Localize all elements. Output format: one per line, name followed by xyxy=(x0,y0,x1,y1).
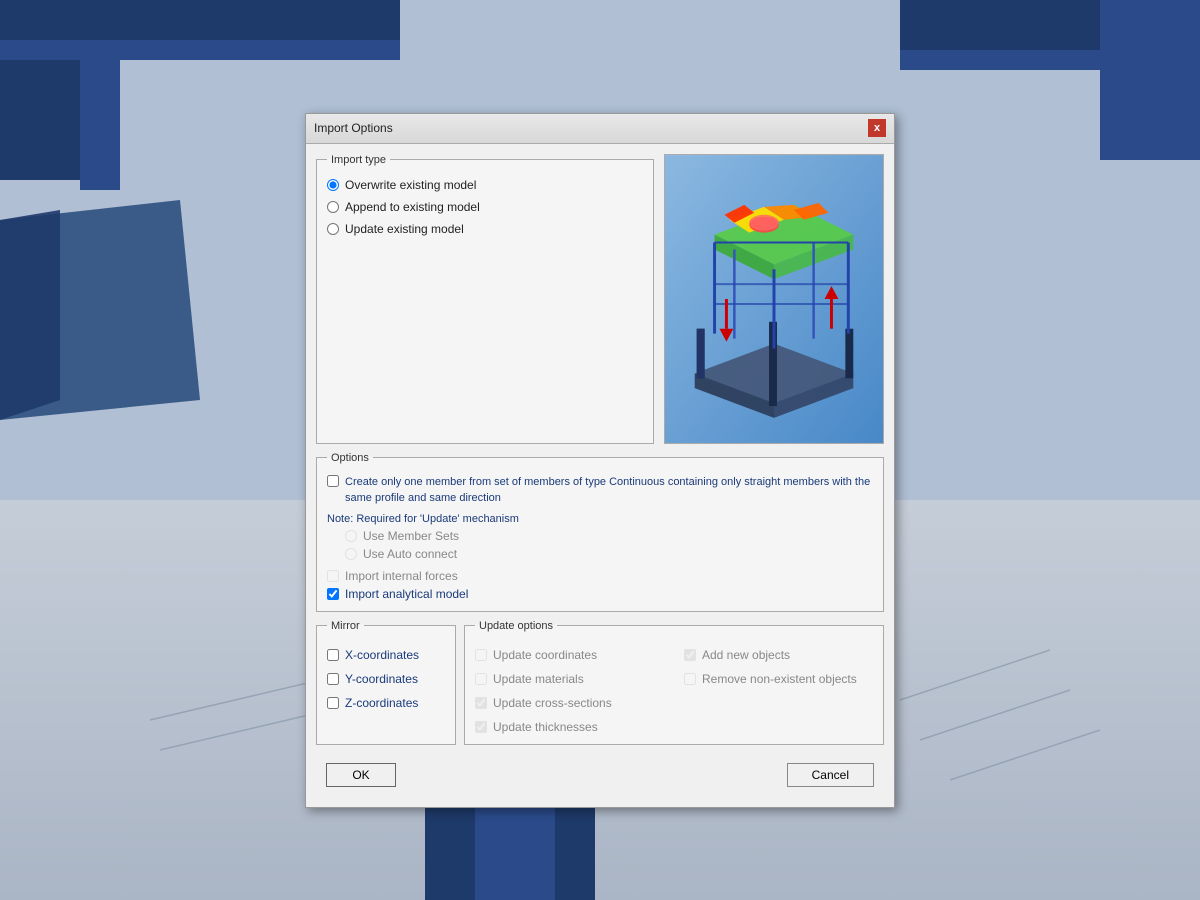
mirror-x-checkbox[interactable] xyxy=(327,649,339,661)
update-columns: Update coordinates Update materials Upda… xyxy=(475,644,873,734)
update-coords-label: Update coordinates xyxy=(493,648,597,662)
radio-member-sets-label: Use Member Sets xyxy=(363,529,459,543)
remove-nonexistent[interactable]: Remove non-existent objects xyxy=(684,672,873,686)
preview-box xyxy=(664,154,884,444)
dialog-overlay: Import Options x Import type Overwrite e… xyxy=(0,0,1200,900)
create-member-option[interactable]: Create only one member from set of membe… xyxy=(327,474,873,507)
update-coordinates[interactable]: Update coordinates xyxy=(475,648,664,662)
import-type-radio-group: Overwrite existing model Append to exist… xyxy=(327,178,643,236)
mirror-y[interactable]: Y-coordinates xyxy=(327,672,445,686)
mirror-z[interactable]: Z-coordinates xyxy=(327,696,445,710)
mirror-options: X-coordinates Y-coordinates Z-coordinate… xyxy=(327,644,445,710)
import-options-dialog: Import Options x Import type Overwrite e… xyxy=(305,113,895,808)
mirror-y-checkbox[interactable] xyxy=(327,673,339,685)
ok-button[interactable]: OK xyxy=(326,763,396,787)
radio-update-label: Update existing model xyxy=(345,222,464,236)
sub-options: Use Member Sets Use Auto connect xyxy=(345,529,873,561)
radio-auto-connect[interactable] xyxy=(345,548,357,560)
radio-member-sets[interactable] xyxy=(345,530,357,542)
close-button[interactable]: x xyxy=(868,119,886,137)
update-right-col: Add new objects Remove non-existent obje… xyxy=(684,644,873,734)
top-section: Import type Overwrite existing model App… xyxy=(316,154,884,444)
structure-preview-svg xyxy=(665,155,883,443)
radio-update[interactable] xyxy=(327,223,339,235)
radio-overwrite-label: Overwrite existing model xyxy=(345,178,476,192)
update-legend: Update options xyxy=(475,620,557,632)
import-analytical-model-label: Import analytical model xyxy=(345,587,468,601)
create-member-checkbox[interactable] xyxy=(327,475,339,487)
radio-use-auto-connect[interactable]: Use Auto connect xyxy=(345,547,873,561)
create-member-text: Create only one member from set of membe… xyxy=(345,476,870,505)
radio-item-update[interactable]: Update existing model xyxy=(327,222,643,236)
remove-nonexistent-checkbox[interactable] xyxy=(684,673,696,685)
options-fieldset: Options Create only one member from set … xyxy=(316,452,884,612)
mirror-x[interactable]: X-coordinates xyxy=(327,648,445,662)
mirror-z-label: Z-coordinates xyxy=(345,696,418,710)
update-cross-sections-label: Update cross-sections xyxy=(493,696,612,710)
dialog-titlebar: Import Options x xyxy=(306,114,894,144)
radio-auto-connect-label: Use Auto connect xyxy=(363,547,457,561)
radio-append-label: Append to existing model xyxy=(345,200,480,214)
update-materials-checkbox[interactable] xyxy=(475,673,487,685)
import-analytical-model-option[interactable]: Import analytical model xyxy=(327,587,873,601)
mirror-y-label: Y-coordinates xyxy=(345,672,418,686)
update-cross-sections-checkbox[interactable] xyxy=(475,697,487,709)
update-coords-checkbox[interactable] xyxy=(475,649,487,661)
dialog-footer: OK Cancel xyxy=(316,755,884,797)
update-thicknesses-label: Update thicknesses xyxy=(493,720,598,734)
add-new-objects-label: Add new objects xyxy=(702,648,790,662)
import-internal-forces-option[interactable]: Import internal forces xyxy=(327,569,873,583)
mirror-x-label: X-coordinates xyxy=(345,648,419,662)
import-type-legend: Import type xyxy=(327,154,390,166)
update-materials-label: Update materials xyxy=(493,672,584,686)
update-left-col: Update coordinates Update materials Upda… xyxy=(475,644,664,734)
create-member-label: Create only one member from set of membe… xyxy=(345,474,873,507)
bottom-section: Mirror X-coordinates Y-coordinates Z- xyxy=(316,620,884,745)
options-legend: Options xyxy=(327,452,373,464)
radio-item-append[interactable]: Append to existing model xyxy=(327,200,643,214)
update-fieldset: Update options Update coordinates Update… xyxy=(464,620,884,745)
add-new-objects-checkbox[interactable] xyxy=(684,649,696,661)
update-thicknesses-checkbox[interactable] xyxy=(475,721,487,733)
radio-append[interactable] xyxy=(327,201,339,213)
radio-overwrite[interactable] xyxy=(327,179,339,191)
cancel-button[interactable]: Cancel xyxy=(787,763,874,787)
import-internal-forces-checkbox[interactable] xyxy=(327,570,339,582)
radio-use-member-sets[interactable]: Use Member Sets xyxy=(345,529,873,543)
mirror-legend: Mirror xyxy=(327,620,364,632)
mirror-fieldset: Mirror X-coordinates Y-coordinates Z- xyxy=(316,620,456,745)
add-new-objects[interactable]: Add new objects xyxy=(684,648,873,662)
update-cross-sections[interactable]: Update cross-sections xyxy=(475,696,664,710)
radio-item-overwrite[interactable]: Overwrite existing model xyxy=(327,178,643,192)
note-text: Note: Required for 'Update' mechanism xyxy=(327,513,873,525)
import-type-fieldset: Import type Overwrite existing model App… xyxy=(316,154,654,444)
update-thicknesses[interactable]: Update thicknesses xyxy=(475,720,664,734)
import-internal-forces-label: Import internal forces xyxy=(345,569,458,583)
update-materials[interactable]: Update materials xyxy=(475,672,664,686)
remove-nonexistent-label: Remove non-existent objects xyxy=(702,672,857,686)
dialog-title: Import Options xyxy=(314,121,393,135)
mirror-z-checkbox[interactable] xyxy=(327,697,339,709)
dialog-body: Import type Overwrite existing model App… xyxy=(306,144,894,807)
import-analytical-model-checkbox[interactable] xyxy=(327,588,339,600)
